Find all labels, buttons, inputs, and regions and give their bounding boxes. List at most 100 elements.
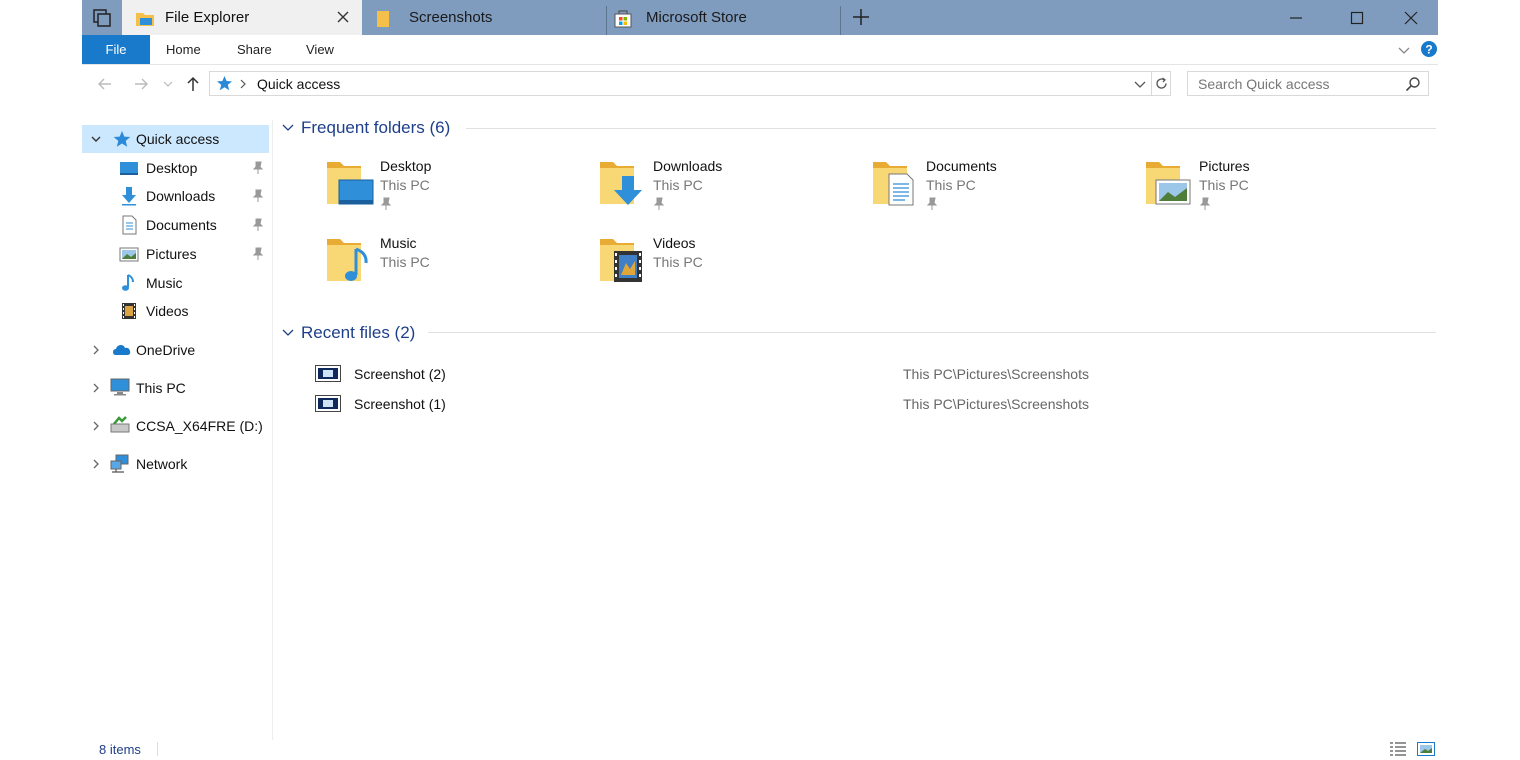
chevron-down-icon[interactable]: [90, 133, 102, 145]
tab-microsoft-store[interactable]: Microsoft Store: [607, 0, 840, 35]
pin-icon[interactable]: [252, 247, 264, 261]
chevron-right-icon[interactable]: [90, 458, 102, 470]
chevron-right-icon[interactable]: [90, 382, 102, 394]
details-view-icon[interactable]: [1389, 741, 1407, 757]
recent-file-row[interactable]: Screenshot (2) This PC\Pictures\Screensh…: [313, 361, 1413, 387]
chevron-down-icon[interactable]: [281, 326, 295, 340]
quick-access-star-icon: [113, 131, 131, 147]
pin-icon: [380, 197, 392, 210]
nav-label: Videos: [146, 303, 189, 319]
pin-icon[interactable]: [252, 161, 264, 175]
help-icon[interactable]: ?: [1420, 40, 1438, 58]
divider: [428, 332, 1436, 333]
tab-file-explorer[interactable]: File Explorer: [122, 0, 362, 35]
pin-icon[interactable]: [252, 189, 264, 203]
large-icons-view-icon[interactable]: [1417, 741, 1435, 757]
task-view-icon: [93, 8, 111, 27]
folder-tile-documents[interactable]: Documents This PC: [871, 158, 1131, 218]
up-icon[interactable]: [184, 75, 202, 93]
chevron-down-icon[interactable]: [281, 121, 295, 135]
tab-screenshots[interactable]: Screenshots: [367, 0, 607, 35]
screenshot-file-icon: [315, 395, 341, 412]
title-bar: File Explorer Screenshots Microsoft Stor…: [82, 0, 1438, 35]
folder-tile-downloads[interactable]: Downloads This PC: [598, 158, 858, 218]
pin-icon[interactable]: [252, 218, 264, 232]
this-pc-icon: [110, 378, 130, 396]
recent-locations-icon[interactable]: [162, 75, 174, 93]
tab-label: File Explorer: [165, 9, 250, 26]
nav-item-documents[interactable]: Documents: [82, 211, 269, 239]
address-bar[interactable]: Quick access: [209, 71, 1171, 96]
folder-icon: [377, 10, 389, 27]
folder-name: Desktop: [380, 158, 432, 174]
nav-label: This PC: [136, 380, 186, 396]
recent-files-header[interactable]: Recent files (2): [281, 321, 415, 345]
dvd-drive-icon: [110, 416, 130, 433]
folder-location: This PC: [380, 254, 430, 270]
desktop-folder-icon: [327, 162, 374, 205]
ribbon-tab-file[interactable]: File: [82, 35, 150, 64]
nav-item-videos[interactable]: Videos: [82, 297, 269, 325]
nav-item-music[interactable]: Music: [82, 269, 269, 297]
nav-item-onedrive[interactable]: OneDrive: [82, 336, 269, 364]
maximize-button[interactable]: [1328, 0, 1385, 35]
nav-label: Network: [136, 456, 188, 472]
address-dropdown-icon[interactable]: [1133, 77, 1147, 91]
folder-name: Music: [380, 235, 417, 251]
downloads-icon: [122, 187, 136, 206]
close-window-button[interactable]: [1382, 0, 1439, 35]
chevron-right-icon[interactable]: [90, 420, 102, 432]
divider: [1151, 72, 1152, 95]
back-icon[interactable]: [96, 75, 114, 93]
close-tab-icon[interactable]: [334, 8, 352, 26]
nav-label: Desktop: [146, 160, 198, 176]
nav-label: Quick access: [136, 131, 220, 147]
nav-item-pictures[interactable]: Pictures: [82, 240, 269, 268]
nav-item-downloads[interactable]: Downloads: [82, 182, 269, 210]
recent-file-row[interactable]: Screenshot (1) This PC\Pictures\Screensh…: [313, 391, 1413, 417]
ribbon-tab-share[interactable]: Share: [237, 35, 272, 64]
forward-icon[interactable]: [132, 75, 150, 93]
music-icon: [122, 274, 134, 291]
search-placeholder: Search Quick access: [1198, 76, 1330, 92]
ribbon-tab-view[interactable]: View: [306, 35, 334, 64]
expand-ribbon-icon[interactable]: [1397, 43, 1411, 57]
screenshot-file-icon: [315, 365, 341, 382]
pin-icon: [653, 197, 665, 210]
task-view-button[interactable]: [82, 0, 122, 35]
folder-tile-videos[interactable]: Videos This PC: [598, 235, 858, 295]
pin-icon: [1199, 197, 1211, 210]
content-pane: Frequent folders (6) Desktop This PC Dow…: [273, 104, 1438, 734]
breadcrumb-chevron-icon[interactable]: [239, 79, 247, 89]
folder-tile-music[interactable]: Music This PC: [325, 235, 585, 295]
ribbon: File Home Share View ?: [82, 35, 1438, 65]
folder-location: This PC: [1199, 177, 1249, 193]
documents-folder-icon: [873, 162, 914, 206]
minimize-button[interactable]: [1267, 0, 1324, 35]
search-input[interactable]: Search Quick access: [1187, 71, 1429, 96]
search-icon[interactable]: [1405, 76, 1421, 92]
nav-item-network[interactable]: Network: [82, 450, 269, 478]
downloads-folder-icon: [600, 162, 642, 205]
file-explorer-window: File Explorer Screenshots Microsoft Stor…: [82, 0, 1438, 760]
nav-item-dvd-drive[interactable]: CCSA_X64FRE (D:): [82, 412, 269, 440]
tab-label: Screenshots: [409, 9, 493, 26]
breadcrumb[interactable]: Quick access: [257, 76, 340, 92]
ribbon-tab-home[interactable]: Home: [166, 35, 201, 64]
frequent-folders-header[interactable]: Frequent folders (6): [281, 116, 450, 140]
recent-file-path: This PC\Pictures\Screenshots: [903, 366, 1089, 382]
documents-icon: [122, 215, 137, 235]
pin-icon: [926, 197, 938, 210]
nav-item-quick-access[interactable]: Quick access: [82, 125, 269, 153]
network-icon: [110, 454, 129, 473]
folder-tile-desktop[interactable]: Desktop This PC: [325, 158, 585, 218]
nav-label: Music: [146, 275, 183, 291]
folder-tile-pictures[interactable]: Pictures This PC: [1144, 158, 1404, 218]
chevron-right-icon[interactable]: [90, 344, 102, 356]
new-tab-icon[interactable]: [850, 6, 872, 28]
tab-label: Microsoft Store: [646, 9, 747, 26]
nav-item-desktop[interactable]: Desktop: [82, 154, 269, 182]
folder-name: Documents: [926, 158, 997, 174]
refresh-icon[interactable]: [1154, 76, 1169, 91]
nav-item-this-pc[interactable]: This PC: [82, 374, 269, 402]
